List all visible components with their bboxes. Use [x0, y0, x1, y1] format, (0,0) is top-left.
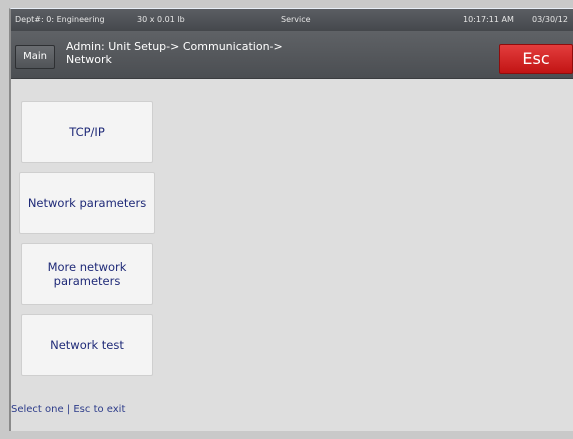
- scale-app-window: Dept#: 0: Engineering 30 x 0.01 lb Servi…: [9, 8, 573, 431]
- screen-background: Dept#: 0: Engineering 30 x 0.01 lb Servi…: [0, 0, 573, 439]
- time-status: 10:17:11 AM: [463, 15, 514, 24]
- tcp-ip-button[interactable]: TCP/IP: [21, 101, 153, 163]
- footer-hint: Select one | Esc to exit: [11, 404, 126, 415]
- network-parameters-label: Network parameters: [27, 196, 147, 210]
- more-network-parameters-line1: More network: [47, 260, 127, 274]
- breadcrumb-current: Network: [66, 53, 112, 66]
- more-network-parameters-label: More network parameters: [48, 260, 127, 288]
- main-button[interactable]: Main: [15, 45, 55, 69]
- more-network-parameters-line2: parameters: [53, 274, 121, 288]
- mode-status: Service: [281, 15, 311, 24]
- breadcrumb: Admin: Unit Setup-> Communication-> Netw…: [66, 40, 346, 66]
- header: Main Admin: Unit Setup-> Communication->…: [11, 31, 573, 79]
- status-bar: Dept#: 0: Engineering 30 x 0.01 lb Servi…: [11, 9, 573, 31]
- department-status: Dept#: 0: Engineering: [15, 15, 105, 24]
- more-network-parameters-button[interactable]: More network parameters: [21, 243, 153, 305]
- date-status: 03/30/12: [532, 15, 568, 24]
- network-test-button[interactable]: Network test: [21, 314, 153, 376]
- network-parameters-button[interactable]: Network parameters: [19, 172, 155, 234]
- esc-button[interactable]: Esc: [499, 44, 573, 74]
- network-test-label: Network test: [50, 338, 124, 352]
- breadcrumb-path: Admin: Unit Setup-> Communication->: [66, 40, 283, 53]
- tcp-ip-label: TCP/IP: [69, 125, 105, 139]
- capacity-status: 30 x 0.01 lb: [137, 15, 185, 24]
